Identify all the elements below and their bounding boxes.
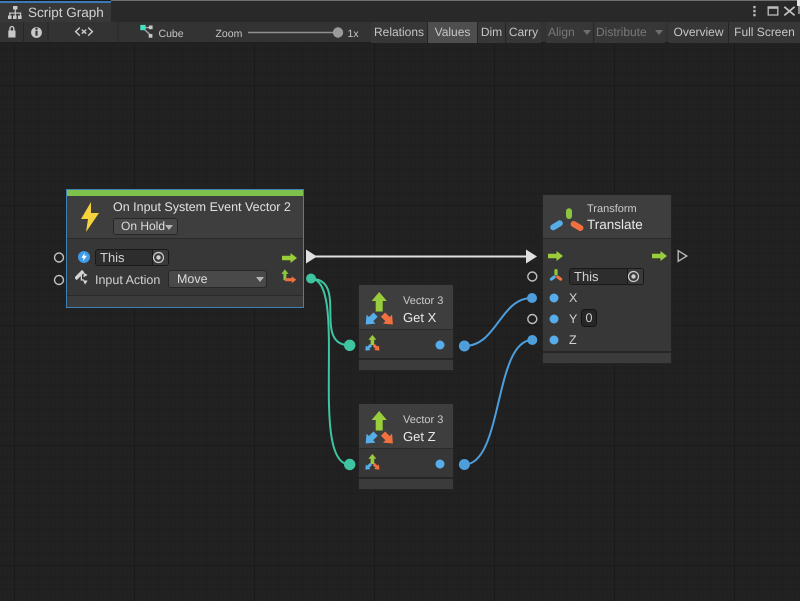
svg-text:Zoom: Zoom [216,28,243,40]
svg-text:1x: 1x [348,28,360,40]
svg-text:Cube: Cube [159,28,184,40]
